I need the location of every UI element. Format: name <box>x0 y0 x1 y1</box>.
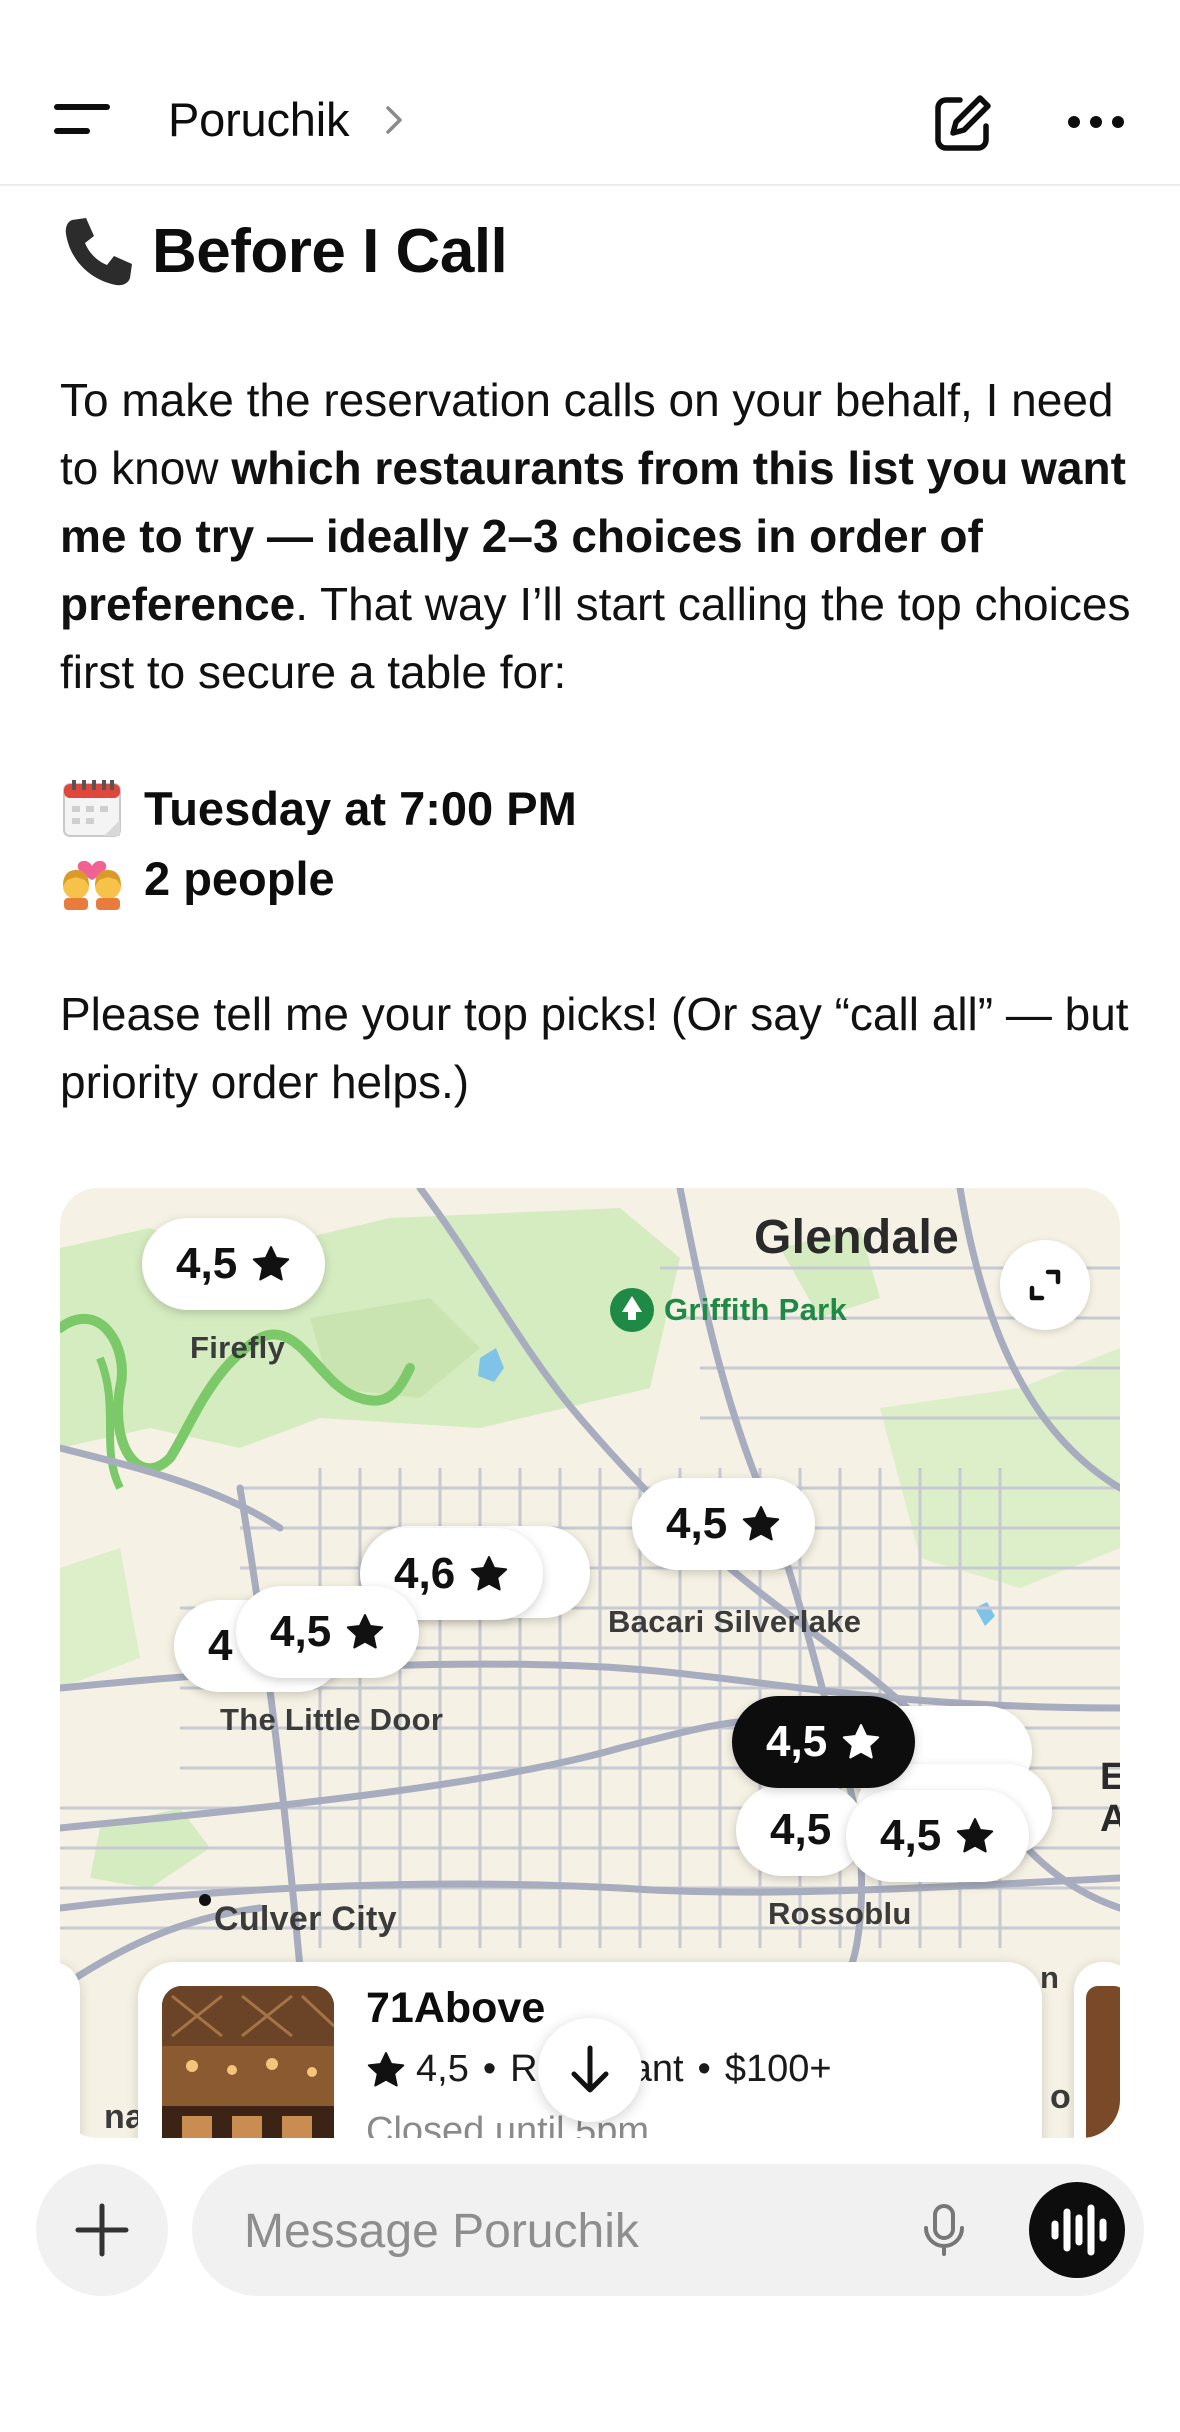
pin-rating: 4,5 <box>766 1717 828 1766</box>
message-input[interactable] <box>242 2200 846 2262</box>
party-size-text: 2 people <box>144 851 335 905</box>
calendar-emoji <box>63 780 121 837</box>
chat-title[interactable]: Poruchik <box>168 92 349 147</box>
telephone-receiver-emoji <box>65 218 132 286</box>
map-label-the-little-door: The Little Door <box>220 1702 444 1737</box>
message-input-container[interactable] <box>192 2164 1144 2296</box>
map-pin-firefly[interactable]: 4,5 <box>142 1218 326 1310</box>
party-size: 2 people <box>60 846 335 910</box>
star-icon <box>346 1614 384 1649</box>
map-label-bacari-silverlake: Bacari Silverlake <box>608 1604 862 1639</box>
restaurant-photo <box>162 1986 334 2138</box>
map-pin-rossoblu-right[interactable]: 4,5 <box>846 1790 1030 1882</box>
restaurant-card-next[interactable] <box>1074 1962 1120 2138</box>
pin-rating: 4,5 <box>770 1805 832 1854</box>
map-label-edge-a: A <box>1100 1798 1120 1840</box>
map-label-edge-o: o <box>1050 2078 1072 2116</box>
meta-separator: • <box>697 2048 711 2090</box>
star-icon <box>470 1556 508 1591</box>
top-bar: Poruchik <box>0 0 1180 186</box>
restaurant-rating: 4,5 <box>416 2048 469 2090</box>
pin-rating: 4 <box>208 1621 233 1670</box>
map-label-edge-e: E <box>1100 1756 1120 1798</box>
map-pin-bacari[interactable]: 4,5 <box>632 1478 816 1570</box>
more-horizontal-icon[interactable] <box>1064 108 1128 136</box>
restaurant-card-prev[interactable] <box>60 1962 80 2138</box>
star-icon <box>252 1246 290 1281</box>
map-label-firefly: Firefly <box>190 1330 286 1365</box>
map-label-culver-city: Culver City <box>214 1900 397 1938</box>
map-label-rossoblu: Rossoblu <box>768 1896 912 1931</box>
message-heading: Before I Call <box>60 212 508 290</box>
plus-icon <box>75 2203 129 2257</box>
compose-icon[interactable] <box>930 90 996 156</box>
map-label-glendale: Glendale <box>754 1211 960 1264</box>
message-paragraph-2: Please tell me your top picks! (Or say “… <box>60 988 1129 1108</box>
map-label-griffith-park[interactable]: Griffith Park <box>664 1292 847 1328</box>
couple-with-heart-emoji <box>63 860 121 910</box>
attach-button[interactable] <box>36 2164 168 2296</box>
voice-waveform-icon[interactable] <box>1028 2174 1126 2286</box>
restaurant-price: $100+ <box>724 2048 832 2090</box>
meta-separator: • <box>482 2048 497 2090</box>
pin-rating: 4,6 <box>394 1549 456 1598</box>
reservation-date: Tuesday at 7:00 PM <box>60 776 577 840</box>
star-icon <box>842 1724 880 1759</box>
menu-icon[interactable] <box>54 102 112 142</box>
pin-rating: 4,5 <box>880 1811 942 1860</box>
star-icon <box>956 1818 994 1853</box>
expand-map-button[interactable] <box>1000 1240 1090 1330</box>
composer-bar <box>0 2140 1180 2432</box>
scroll-to-bottom-button[interactable] <box>538 2018 642 2122</box>
map-label-edge-n: n <box>1040 1960 1060 1995</box>
map-pin-selected[interactable]: 4,5 <box>732 1696 916 1788</box>
restaurant-map[interactable]: Glendale Griffith Park Firefly Bacari Si… <box>60 1188 1120 2138</box>
date-text: Tuesday at 7:00 PM <box>144 781 577 835</box>
star-icon <box>742 1506 780 1541</box>
pin-rating: 4,5 <box>270 1607 332 1656</box>
chevron-right-icon[interactable] <box>380 100 408 140</box>
pin-rating: 4,5 <box>176 1239 238 1288</box>
heading-text: Before I Call <box>152 216 508 286</box>
pin-rating: 4,5 <box>666 1499 728 1548</box>
message-paragraph: To make the reservation calls on your be… <box>60 366 1140 706</box>
microphone-icon[interactable] <box>914 2200 974 2260</box>
star-icon <box>367 2051 405 2086</box>
expand-icon <box>1029 1269 1061 1301</box>
map-pin-little-door[interactable]: 4,5 <box>236 1586 420 1678</box>
restaurant-name: 71Above <box>366 1984 546 2032</box>
arrow-down-icon <box>571 2045 609 2093</box>
